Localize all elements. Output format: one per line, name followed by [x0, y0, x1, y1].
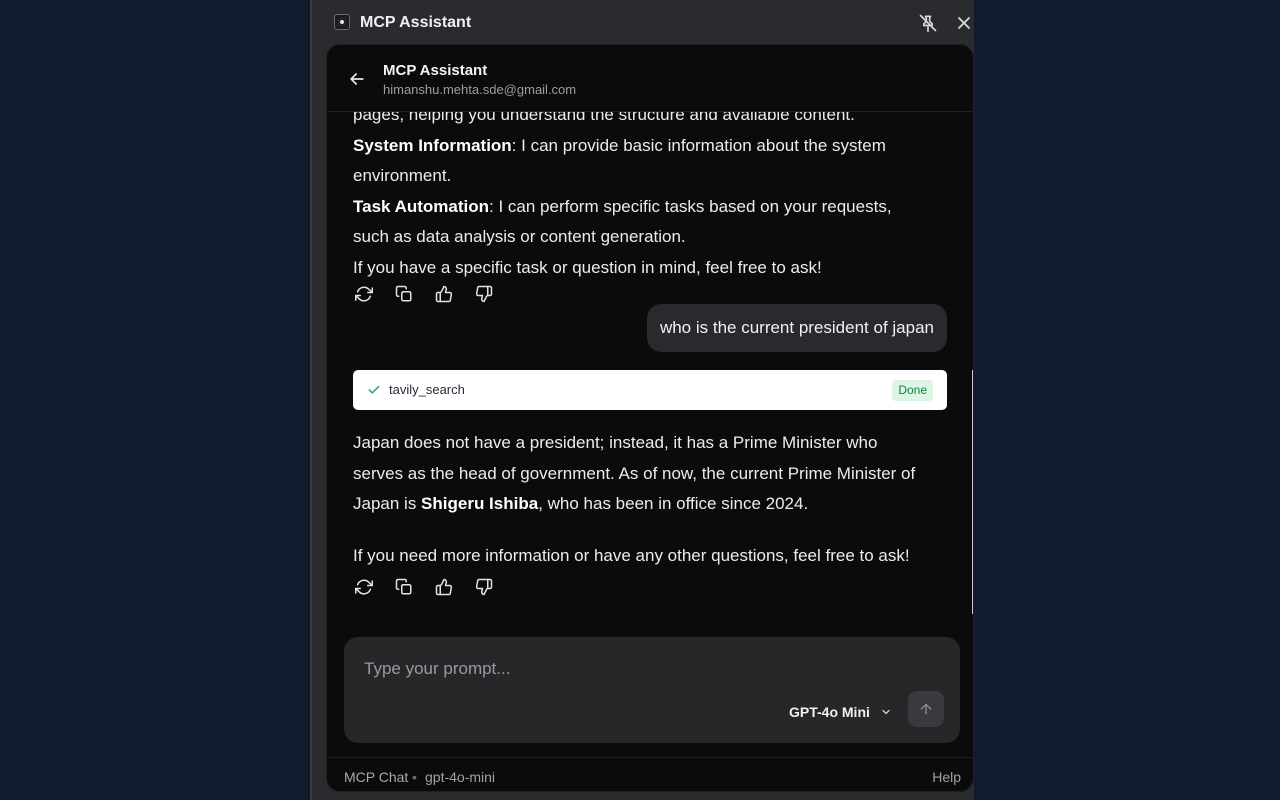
refresh-icon	[355, 579, 373, 595]
assistant-message: Japan does not have a president; instead…	[353, 428, 923, 520]
message-actions	[353, 283, 495, 307]
assistant-list-item: Task Automation: I can perform specific …	[353, 192, 923, 253]
refresh-icon	[355, 286, 373, 302]
regenerate-button[interactable]	[353, 283, 375, 305]
footer-model-name: gpt-4o-mini	[425, 769, 496, 785]
scrollbar[interactable]	[972, 370, 973, 614]
tool-call-card[interactable]: tavily_search Done	[353, 370, 947, 410]
chat-panel: MCP Assistant himanshu.mehta.sde@gmail.c…	[326, 44, 974, 792]
copy-icon	[395, 578, 412, 595]
assistant-followup-text: If you need more information or have any…	[353, 546, 910, 565]
unpin-button[interactable]	[918, 13, 938, 33]
assistant-list-item: System Information: I can provide basic …	[353, 131, 923, 192]
prompt-input[interactable]	[362, 655, 926, 683]
thumbs-up-icon	[435, 285, 453, 303]
model-selector-label: GPT-4o Mini	[789, 704, 870, 720]
thumbs-up-icon	[435, 578, 453, 596]
send-button[interactable]	[908, 691, 944, 727]
arrow-left-icon	[350, 73, 364, 85]
footer-app-name: MCP Chat	[344, 769, 409, 785]
thumbs-up-button[interactable]	[433, 283, 455, 305]
copy-button[interactable]	[393, 283, 415, 305]
thumbs-down-icon	[475, 285, 493, 303]
chat-title: MCP Assistant	[383, 62, 488, 79]
desktop-background-left	[0, 0, 308, 800]
chevron-down-icon	[882, 709, 890, 715]
footer-separator: •	[412, 769, 417, 785]
message-actions	[353, 576, 495, 600]
prompt-composer: GPT-4o Mini	[344, 637, 960, 743]
assistant-message-fragment: pages, helping you understand the struct…	[353, 111, 855, 124]
tool-status-badge: Done	[892, 380, 933, 401]
pin-off-icon	[919, 14, 937, 33]
app-window: MCP Assistant MCP Assistant himanshu.meh…	[310, 0, 974, 800]
thumbs-down-icon	[475, 578, 493, 596]
back-button[interactable]	[347, 69, 367, 89]
message-list[interactable]: pages, helping you understand the struct…	[327, 111, 973, 635]
chat-header: MCP Assistant himanshu.mehta.sde@gmail.c…	[327, 45, 973, 112]
window-titlebar: MCP Assistant	[312, 0, 974, 46]
app-logo-icon	[334, 14, 350, 30]
panel-footer: MCP Chat • gpt-4o-mini Help	[327, 757, 973, 791]
regenerate-button[interactable]	[353, 576, 375, 598]
close-icon	[958, 17, 970, 29]
desktop-background-right	[972, 0, 1280, 800]
item-heading: Task Automation	[353, 196, 490, 216]
user-email: himanshu.mehta.sde@gmail.com	[383, 82, 577, 97]
item-heading: System Information	[353, 135, 512, 155]
thumbs-up-button[interactable]	[433, 576, 455, 598]
answer-highlight: Shigeru Ishiba	[421, 494, 539, 514]
arrow-up-icon	[920, 703, 932, 715]
thumbs-down-button[interactable]	[473, 283, 495, 305]
close-button[interactable]	[954, 13, 974, 33]
model-selector[interactable]: GPT-4o Mini	[789, 701, 892, 723]
copy-button[interactable]	[393, 576, 415, 598]
window-title: MCP Assistant	[360, 14, 472, 31]
check-icon	[368, 385, 380, 394]
copy-icon	[395, 285, 412, 302]
help-link[interactable]: Help	[932, 769, 961, 785]
thumbs-down-button[interactable]	[473, 576, 495, 598]
tool-name: tavily_search	[389, 382, 465, 397]
answer-text-end: , who has been in office since 2024.	[538, 494, 809, 514]
user-message: who is the current president of japan	[646, 304, 947, 352]
assistant-closing-text: If you have a specific task or question …	[353, 258, 822, 277]
